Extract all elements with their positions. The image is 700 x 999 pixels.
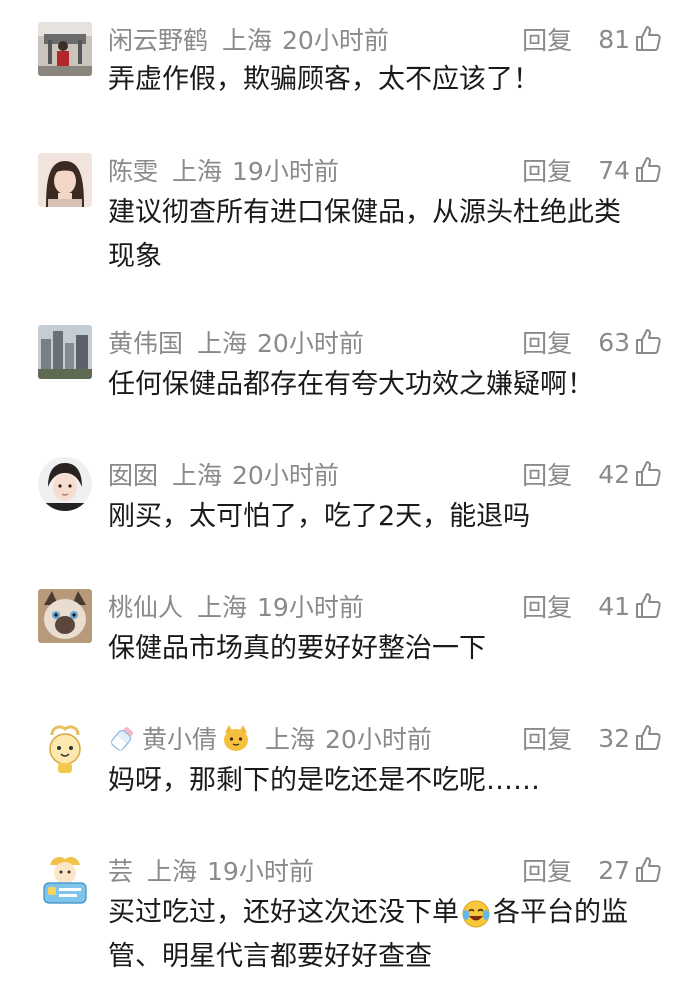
location: 上海 <box>197 593 248 622</box>
comment-text: 妈呀，那剩下的是吃还是不吃呢…… <box>108 765 540 796</box>
like-count: 41 <box>598 591 630 621</box>
reply-button[interactable]: 回复 <box>522 456 572 492</box>
comment-meta: 闲云野鹤 上海 20小时前 <box>108 22 389 56</box>
username[interactable]: 陈雯 <box>108 152 158 188</box>
avatar[interactable] <box>38 457 92 511</box>
location: 上海 <box>172 461 223 490</box>
comment-text-line: 现象 <box>108 241 162 272</box>
avatar[interactable] <box>38 721 92 775</box>
username[interactable]: 桃仙人 <box>108 588 183 624</box>
username[interactable]: 芸 <box>108 852 133 888</box>
comment-text: 弄虚作假，欺骗顾客，太不应该了！ <box>108 64 540 95</box>
reply-button[interactable]: 回复 <box>522 588 572 624</box>
timestamp: 20小时前 <box>282 26 389 55</box>
timestamp: 19小时前 <box>207 857 314 886</box>
comment-meta: 黄伟国 上海 20小时前 <box>108 325 364 359</box>
comment-text: 刚买，太可怕了，吃了2天，能退吗 <box>108 501 531 532</box>
comment-actions: 回复 41 <box>522 589 662 623</box>
baby-bottle-icon <box>108 723 138 753</box>
comment-meta: 芸 上海 19小时前 <box>108 853 314 887</box>
timestamp: 19小时前 <box>257 593 364 622</box>
timestamp: 20小时前 <box>232 461 339 490</box>
username[interactable]: 囡囡 <box>108 456 158 492</box>
username[interactable]: 黄伟国 <box>108 324 183 360</box>
comment-meta: 囡囡 上海 20小时前 <box>108 457 339 491</box>
crying-laughing-emoji-icon <box>461 899 491 929</box>
username[interactable]: 黄小倩 <box>142 720 217 756</box>
thumbs-up-icon[interactable] <box>634 156 662 184</box>
reply-button[interactable]: 回复 <box>522 852 572 888</box>
comment-text-line: 管、明星代言都要好好查查 <box>108 941 432 972</box>
location: 上海 <box>197 329 248 358</box>
avatar[interactable] <box>38 589 92 643</box>
thumbs-up-icon[interactable] <box>634 25 662 53</box>
comment-meta: 桃仙人 上海 19小时前 <box>108 589 364 623</box>
like-count: 74 <box>598 155 630 185</box>
comment-actions: 回复 32 <box>522 721 662 755</box>
avatar[interactable] <box>38 22 92 76</box>
comment-text: 保健品市场真的要好好整治一下 <box>108 633 486 664</box>
reply-button[interactable]: 回复 <box>522 152 572 188</box>
location: 上海 <box>265 725 316 754</box>
comment-meta: 黄小倩 上海 20小时前 <box>108 721 432 755</box>
comment-text-line: 建议彻查所有进口保健品，从源头杜绝此类 <box>108 197 621 228</box>
like-count: 32 <box>598 723 630 753</box>
comment-text-line: 买过吃过，还好这次还没下单 各平台的监 <box>108 891 668 935</box>
location: 上海 <box>147 857 198 886</box>
comment-text: 任何保健品都存在有夸大功效之嫌疑啊！ <box>108 369 594 400</box>
like-count: 27 <box>598 855 630 885</box>
thumbs-up-icon[interactable] <box>634 328 662 356</box>
thumbs-up-icon[interactable] <box>634 460 662 488</box>
avatar[interactable] <box>38 325 92 379</box>
reply-button[interactable]: 回复 <box>522 720 572 756</box>
thumbs-up-icon[interactable] <box>634 724 662 752</box>
comment-text: 买过吃过，还好这次还没下单 各平台的监 管、明星代言都要好好查查 <box>108 891 668 979</box>
comment-text-part: 买过吃过，还好这次还没下单 <box>108 897 459 928</box>
like-count: 42 <box>598 459 630 489</box>
comment-actions: 回复 63 <box>522 325 662 359</box>
timestamp: 20小时前 <box>325 725 432 754</box>
comment-actions: 回复 81 <box>522 22 662 56</box>
cat-face-icon <box>221 723 251 753</box>
comment-actions: 回复 74 <box>522 153 662 187</box>
location: 上海 <box>172 157 223 186</box>
timestamp: 19小时前 <box>232 157 339 186</box>
location: 上海 <box>222 26 273 55</box>
like-count: 81 <box>598 24 630 54</box>
reply-button[interactable]: 回复 <box>522 324 572 360</box>
comment-text-part: 各平台的监 <box>493 897 628 928</box>
thumbs-up-icon[interactable] <box>634 856 662 884</box>
comment-actions: 回复 27 <box>522 853 662 887</box>
avatar[interactable] <box>38 853 92 907</box>
comment-text: 建议彻查所有进口保健品，从源头杜绝此类 现象 <box>108 191 668 279</box>
timestamp: 20小时前 <box>257 329 364 358</box>
like-count: 63 <box>598 327 630 357</box>
thumbs-up-icon[interactable] <box>634 592 662 620</box>
reply-button[interactable]: 回复 <box>522 21 572 57</box>
username[interactable]: 闲云野鹤 <box>108 21 208 57</box>
comment-actions: 回复 42 <box>522 457 662 491</box>
avatar[interactable] <box>38 153 92 207</box>
comment-meta: 陈雯 上海 19小时前 <box>108 153 339 187</box>
